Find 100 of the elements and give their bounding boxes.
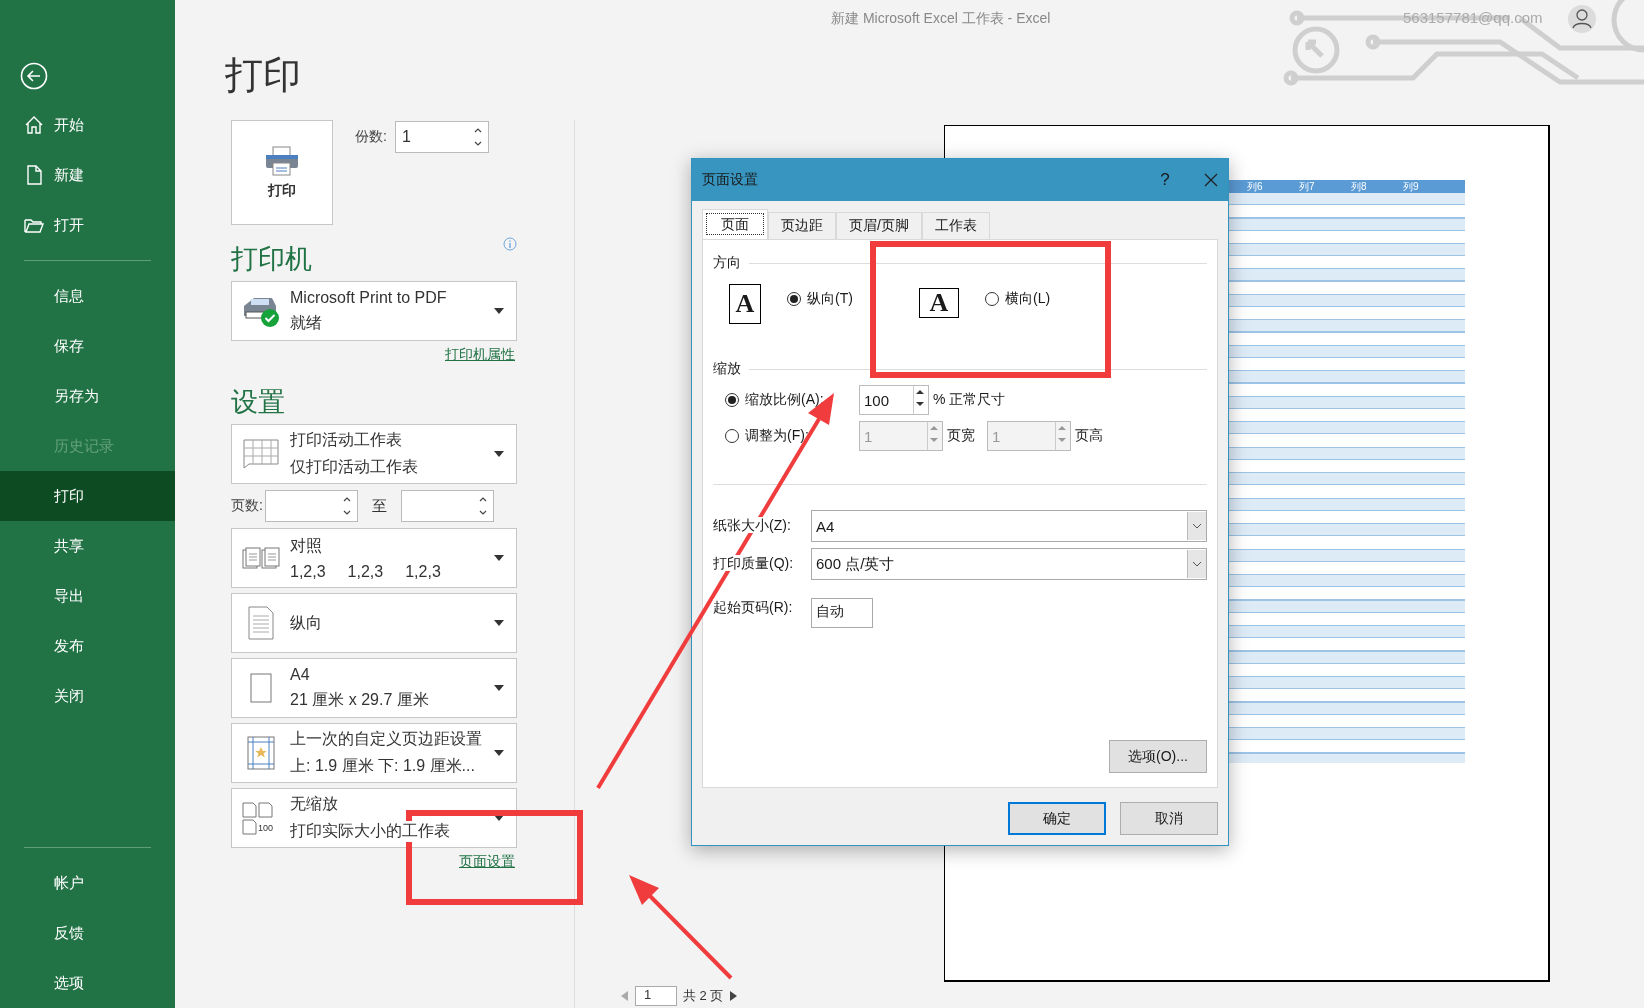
option-title: 打印活动工作表 xyxy=(290,430,402,451)
sidebar-item[interactable]: 开始 xyxy=(0,100,175,150)
option-title: 无缩放 xyxy=(290,794,338,815)
sidebar-item[interactable]: 反馈 xyxy=(0,908,175,958)
orientation-radio[interactable]: 纵向(T) xyxy=(787,290,853,308)
sheet-grid-icon xyxy=(243,439,279,469)
field-label: 起始页码(R): xyxy=(713,599,793,615)
user-avatar-icon[interactable] xyxy=(1567,4,1597,34)
landscape-page-icon: A xyxy=(919,288,959,318)
sidebar-item[interactable]: 关闭 xyxy=(0,671,175,721)
home-icon xyxy=(24,115,44,135)
options-button[interactable]: 选项(O)... xyxy=(1109,740,1207,773)
select-field[interactable]: 600 点/英寸 xyxy=(811,548,1207,580)
scaling-radio[interactable]: 缩放比例(A): xyxy=(725,391,859,409)
field-label: 纸张大小(Z): xyxy=(713,517,791,533)
close-icon[interactable] xyxy=(1204,173,1218,187)
dialog-tab[interactable]: 工作表 xyxy=(921,212,990,239)
settings-dropdown[interactable]: 对照 1,2,3 1,2,3 1,2,3 xyxy=(231,528,517,588)
page-sequence: 1,2,3 xyxy=(290,562,326,581)
sidebar-item[interactable]: 保存 xyxy=(0,321,175,371)
dialog-title: 页面设置 xyxy=(702,171,759,189)
spin-field[interactable]: 100 xyxy=(859,385,929,415)
window-title: 新建 Microsoft Excel 工作表 - Excel xyxy=(831,10,1051,28)
group-label: 缩放 xyxy=(713,360,741,378)
select-field[interactable]: A4 xyxy=(811,510,1207,542)
dialog-tab[interactable]: 页眉/页脚 xyxy=(836,212,922,239)
print-scope-dropdown[interactable]: 打印活动工作表 仅打印活动工作表 xyxy=(231,424,517,484)
sidebar-item[interactable]: 打印 xyxy=(0,471,175,521)
print-button[interactable]: 打印 xyxy=(231,120,333,225)
settings-dropdown[interactable]: 上一次的自定义页边距设置 上: 1.9 厘米 下: 1.9 厘米... xyxy=(231,723,517,783)
portrait-page-icon xyxy=(248,606,274,640)
dropdown-caret-icon xyxy=(494,750,504,756)
settings-dropdown[interactable]: 纵向 xyxy=(231,593,517,653)
option-title: 纵向 xyxy=(290,612,322,634)
chevron-down-icon[interactable] xyxy=(1192,523,1202,529)
unit-label: 页宽 xyxy=(947,427,975,445)
back-icon[interactable] xyxy=(20,62,48,90)
margins-page-icon xyxy=(247,736,275,770)
page-number-field[interactable]: 1 xyxy=(635,986,677,1006)
orientation-radio[interactable]: 横向(L) xyxy=(985,290,1051,308)
sidebar-item[interactable]: 新建 xyxy=(0,150,175,200)
column-header: 列8 xyxy=(1351,180,1368,193)
spin-arrows-icon[interactable] xyxy=(342,495,351,517)
sidebar-item[interactable]: 选项 xyxy=(0,958,175,1008)
unit-label: % 正常尺寸 xyxy=(933,391,1006,409)
dropdown-caret-icon xyxy=(494,685,504,691)
chevron-down-icon[interactable] xyxy=(1192,561,1202,567)
blank-page-icon xyxy=(250,673,272,703)
portrait-page-icon: A xyxy=(729,284,761,324)
field-label: 打印质量(Q): xyxy=(713,555,794,571)
unit-label: 页高 xyxy=(1075,427,1103,445)
column-header: 列9 xyxy=(1403,180,1420,193)
spin-arrows-icon[interactable] xyxy=(473,126,482,148)
printer-dropdown[interactable]: Microsoft Print to PDF 就绪 xyxy=(231,281,517,341)
dialog-button[interactable]: 确定 xyxy=(1008,802,1106,835)
sidebar-item[interactable]: 信息 xyxy=(0,271,175,321)
scaled-pages-icon xyxy=(242,801,276,835)
page-to-field[interactable] xyxy=(400,490,494,522)
dropdown-caret-icon xyxy=(494,308,504,314)
page-heading: 打印 xyxy=(225,53,302,98)
sidebar-item[interactable]: 共享 xyxy=(0,521,175,571)
document-icon xyxy=(24,165,44,185)
copies-field[interactable]: 1 xyxy=(394,121,489,153)
sidebar-item[interactable]: 导出 xyxy=(0,571,175,621)
page-sequence: 1,2,3 xyxy=(347,562,384,581)
input-field[interactable]: 自动 xyxy=(811,598,873,628)
page-from-field[interactable] xyxy=(264,490,358,522)
copies-label: 份数: xyxy=(355,128,387,146)
option-detail: 仅打印活动工作表 xyxy=(290,457,418,478)
page-sequence: 1,2,3 xyxy=(405,562,441,581)
dropdown-caret-icon xyxy=(494,451,504,457)
dialog-tab[interactable]: 页面 xyxy=(702,209,768,239)
printer-icon xyxy=(265,145,299,176)
sidebar-item[interactable]: 发布 xyxy=(0,621,175,671)
dropdown-caret-icon xyxy=(494,555,504,561)
dialog-button[interactable]: 取消 xyxy=(1120,802,1218,835)
scaling-radio[interactable]: 调整为(F): xyxy=(725,427,859,445)
spin-arrows-icon[interactable] xyxy=(478,495,487,517)
page-count: 共 2 页 xyxy=(683,987,724,1005)
settings-dropdown[interactable]: A4 21 厘米 x 29.7 厘米 xyxy=(231,658,517,718)
dropdown-caret-icon xyxy=(494,815,504,821)
sidebar-item[interactable]: 帐户 xyxy=(0,858,175,908)
help-button[interactable]: ? xyxy=(1150,170,1180,190)
dropdown-caret-icon xyxy=(494,620,504,626)
option-title: 上一次的自定义页边距设置 xyxy=(290,729,482,750)
option-title: 对照 xyxy=(290,535,322,557)
column-header: 列7 xyxy=(1299,180,1316,193)
section-heading: 打印机 xyxy=(231,244,312,274)
next-page-icon[interactable] xyxy=(729,991,738,1001)
sidebar-item[interactable]: 打开 xyxy=(0,200,175,250)
collated-pages-icon xyxy=(242,546,280,570)
settings-dropdown[interactable]: 100 无缩放 打印实际大小的工作表 xyxy=(231,788,517,848)
sidebar-item[interactable]: 另存为 xyxy=(0,371,175,421)
section-heading: 设置 xyxy=(231,387,285,417)
scale-percent: 100 xyxy=(258,823,274,833)
option-detail: 打印实际大小的工作表 xyxy=(290,821,450,842)
to-label: 至 xyxy=(371,496,387,516)
pages-label: 页数: xyxy=(231,497,263,515)
group-label: 方向 xyxy=(713,254,741,272)
dialog-tab[interactable]: 页边距 xyxy=(768,212,836,239)
